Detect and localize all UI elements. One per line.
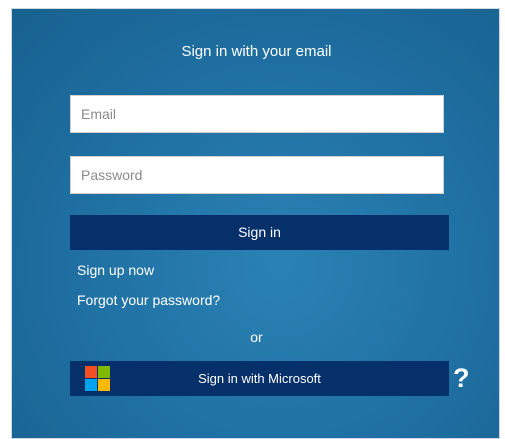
- or-divider-text: or: [250, 329, 263, 345]
- email-field[interactable]: [70, 95, 444, 133]
- question-mark-icon[interactable]: ?: [453, 360, 470, 396]
- password-field[interactable]: [70, 156, 444, 194]
- forgot-password-link[interactable]: Forgot your password?: [77, 292, 220, 308]
- microsoft-button-label: Sign in with Microsoft: [198, 371, 321, 386]
- page-title: Sign in with your email: [181, 43, 332, 60]
- signin-panel: Sign in with your email Sign in Sign up …: [11, 8, 500, 439]
- sign-in-button[interactable]: Sign in: [70, 215, 449, 250]
- sign-up-link[interactable]: Sign up now: [77, 262, 154, 278]
- sign-in-with-microsoft-button[interactable]: Sign in with Microsoft: [70, 361, 449, 396]
